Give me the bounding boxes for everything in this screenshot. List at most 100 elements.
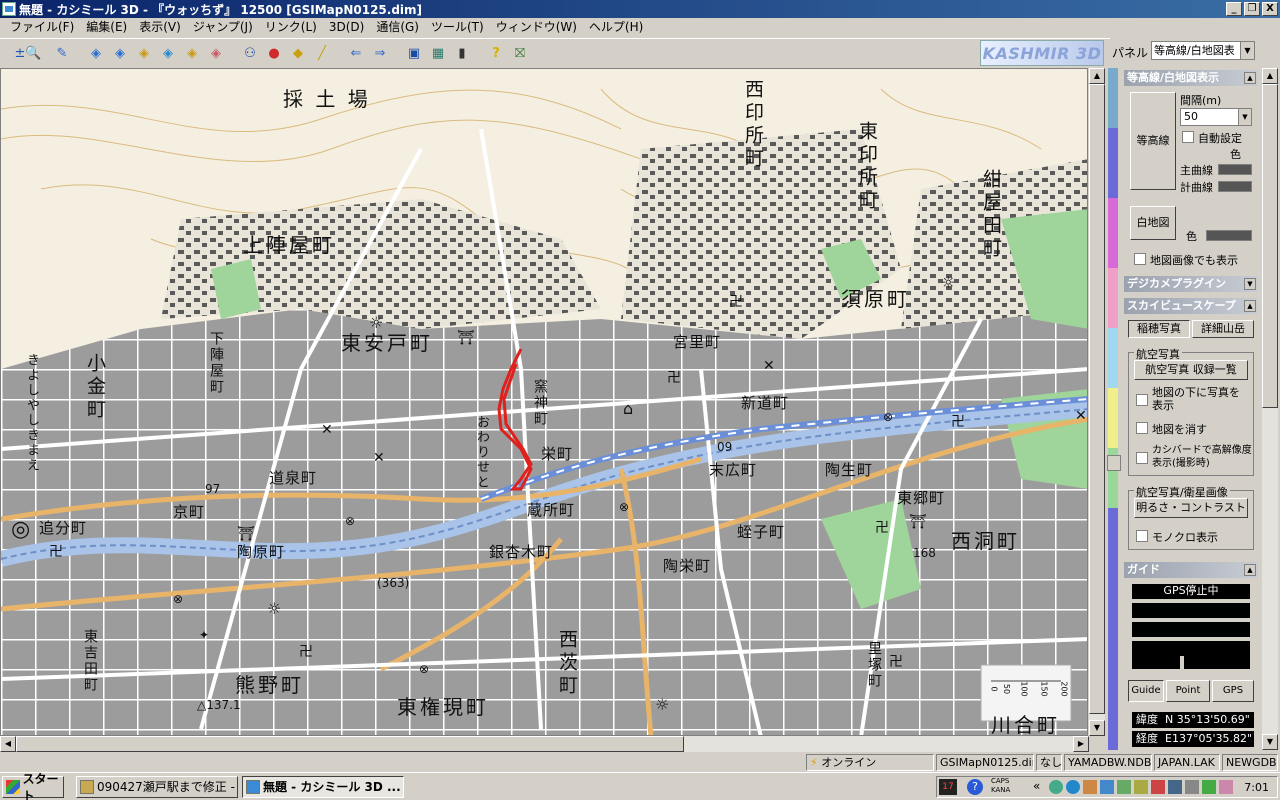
tray-app-icon[interactable] [1066, 780, 1080, 794]
gps-device-icon[interactable]: ▮ [452, 44, 472, 64]
taskbar-item-kashmir[interactable]: 無題 - カシミール 3D ... [242, 776, 404, 798]
digicam-header[interactable]: デジカメプラグイン ▼ [1124, 276, 1258, 292]
film-icon[interactable]: ▦ [428, 44, 448, 64]
contour-header[interactable]: 等高線/白地図表示 ▲ [1124, 70, 1258, 86]
menu-tools[interactable]: ツール(T) [425, 18, 490, 37]
menu-3d[interactable]: 3D(D) [323, 18, 370, 37]
help-tray-icon[interactable]: ? [967, 779, 983, 795]
tray-app-icon[interactable] [1168, 780, 1182, 794]
exit-icon[interactable]: ⛝ [510, 44, 530, 64]
camera-icon[interactable]: ▣ [404, 44, 424, 64]
menu-file[interactable]: ファイル(F) [4, 18, 80, 37]
cashmir-hd-checkbox[interactable] [1136, 452, 1148, 464]
tray-app-icon[interactable] [1100, 780, 1114, 794]
collapse-icon[interactable]: ▼ [1244, 278, 1256, 290]
tab-shosai[interactable]: 詳細山岳 [1192, 320, 1254, 338]
close-button[interactable]: X [1262, 2, 1278, 16]
scroll-thumb[interactable] [1089, 84, 1105, 714]
aerial-list-button[interactable]: 航空写真 収録一覧 [1134, 360, 1248, 380]
scroll-thumb[interactable] [16, 736, 684, 752]
show-with-image-checkbox[interactable] [1134, 253, 1146, 265]
tray-app-icon[interactable] [1117, 780, 1131, 794]
scroll-up-button[interactable]: ▲ [1089, 68, 1105, 84]
help-icon[interactable]: ? [486, 44, 506, 64]
minimize-button[interactable]: _ [1226, 2, 1242, 16]
tray-app-icon[interactable] [1185, 780, 1199, 794]
menu-window[interactable]: ウィンドウ(W) [490, 18, 583, 37]
interval-select[interactable]: 50 ▼ [1180, 108, 1252, 126]
clock[interactable]: 7:01 [1244, 781, 1269, 794]
menu-help[interactable]: ヘルプ(H) [583, 18, 649, 37]
kana-indicator: KANA [991, 786, 1011, 794]
scroll-down-button[interactable]: ▼ [1262, 734, 1278, 750]
scroll-thumb[interactable] [1262, 84, 1278, 408]
start-button[interactable]: スタート [2, 772, 64, 800]
auto-setting-checkbox[interactable] [1182, 131, 1194, 143]
title-bar[interactable]: 無題 - カシミール 3D - 『ウォッちず』 12500 [GSIMapN01… [0, 0, 1280, 18]
right-panel: 等高線/白地図表示 ▲ 間隔(m) 50 ▼ 等高線 自動設定 色 主曲線 計曲… [1124, 68, 1262, 750]
app-icon[interactable] [2, 2, 16, 16]
map-horizontal-scrollbar[interactable]: ◀ ▶ [0, 736, 1089, 752]
panel-select[interactable]: 等高線/白地図表 ▼ [1151, 41, 1255, 60]
layer-icon[interactable]: ◈ [86, 44, 106, 64]
tab-point[interactable]: Point [1166, 680, 1210, 702]
tray-app-icon[interactable] [1049, 780, 1063, 794]
tray-app-icon[interactable] [1083, 780, 1097, 794]
calendar-icon[interactable]: 17 [939, 779, 957, 795]
collapse-icon[interactable]: ▲ [1244, 72, 1256, 84]
collapse-icon[interactable]: ▲ [1244, 564, 1256, 576]
map-vertical-scrollbar[interactable]: ▲ ▼ [1089, 68, 1105, 736]
tab-guide[interactable]: Guide [1128, 680, 1164, 702]
marker-icon[interactable]: ● [264, 44, 284, 64]
pen-icon[interactable]: ✎ [52, 44, 72, 64]
tab-inaho[interactable]: 稲穂写真 [1128, 320, 1190, 338]
whitemap-swatch[interactable] [1206, 230, 1252, 241]
tab-gps[interactable]: GPS [1212, 680, 1254, 702]
label-tohara: 陶原町 [237, 543, 286, 561]
tab-gps-label: GPS [1222, 685, 1244, 696]
under-map-checkbox[interactable] [1136, 394, 1148, 406]
layer-pink-icon[interactable]: ◈ [206, 44, 226, 64]
layer-yellow-icon[interactable]: ◈ [134, 44, 154, 64]
scroll-right-button[interactable]: ▶ [1073, 736, 1089, 752]
ruler-icon[interactable]: ╱ [312, 44, 332, 64]
taskbar-item-folder[interactable]: 090427瀬戸駅まで修正 - ... [76, 776, 238, 798]
layer-green-icon[interactable]: ◈ [182, 44, 202, 64]
tray-app-icon[interactable] [1134, 780, 1148, 794]
binoculars-icon[interactable]: ⚇ [240, 44, 260, 64]
label-miyasato: 宮里町 [673, 333, 722, 351]
menu-comm[interactable]: 通信(G) [370, 18, 425, 37]
tray-expand-icon[interactable]: « [1033, 779, 1040, 793]
panel-splitter[interactable] [1107, 455, 1121, 471]
scroll-left-button[interactable]: ◀ [0, 736, 16, 752]
zoom-icon[interactable]: ±🔍 [14, 44, 41, 64]
tray-app-icon[interactable] [1219, 780, 1233, 794]
sub-line-swatch[interactable] [1218, 181, 1252, 192]
menu-link[interactable]: リンク(L) [259, 18, 323, 37]
back-arrow-icon[interactable]: ⇐ [346, 44, 366, 64]
hide-map-checkbox[interactable] [1136, 422, 1148, 434]
skyview-header[interactable]: スカイビュースケープ ▲ [1124, 298, 1258, 314]
main-line-swatch[interactable] [1218, 164, 1252, 175]
tray-app-icon[interactable] [1202, 780, 1216, 794]
map-view[interactable]: 採 土 場 西印所町 東印所町 紺屋田町 上陣屋町 須原町 東安戸町 下陣屋町 … [0, 68, 1088, 736]
brightness-button[interactable]: 明るさ・コントラスト [1134, 498, 1248, 518]
menu-edit[interactable]: 編集(E) [80, 18, 133, 37]
guide-header[interactable]: ガイド ▲ [1124, 562, 1258, 578]
layer-blue-icon[interactable]: ◈ [158, 44, 178, 64]
panel-scrollbar[interactable]: ▲ ▼ [1262, 68, 1278, 750]
menu-jump[interactable]: ジャンプ(J) [187, 18, 259, 37]
layer-stack-icon[interactable]: ◈ [110, 44, 130, 64]
collapse-icon[interactable]: ▲ [1244, 300, 1256, 312]
tag-icon[interactable]: ◆ [288, 44, 308, 64]
scroll-down-button[interactable]: ▼ [1089, 720, 1105, 736]
tab-guide-label: Guide [1131, 685, 1161, 696]
forward-arrow-icon[interactable]: ⇒ [370, 44, 390, 64]
tray-app-icon[interactable] [1151, 780, 1165, 794]
mono-checkbox[interactable] [1136, 530, 1148, 542]
scroll-up-button[interactable]: ▲ [1262, 68, 1278, 84]
contour-button[interactable]: 等高線 [1130, 92, 1176, 190]
whitemap-button[interactable]: 白地図 [1130, 206, 1176, 240]
restore-button[interactable]: ❐ [1244, 2, 1260, 16]
menu-view[interactable]: 表示(V) [133, 18, 187, 37]
